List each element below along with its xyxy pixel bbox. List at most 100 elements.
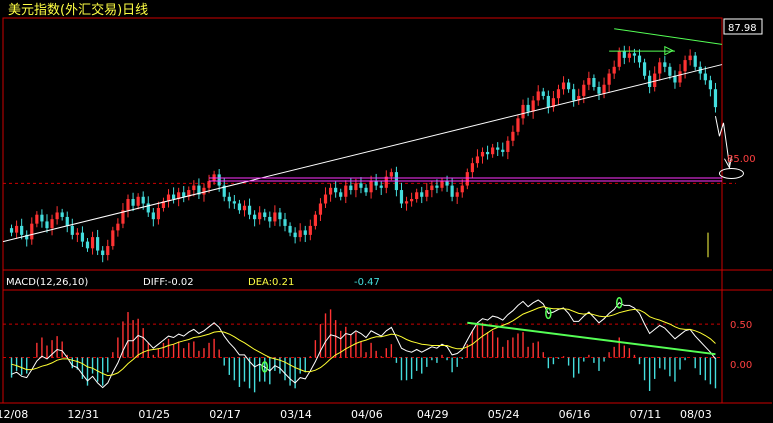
current-price-box: 87.98 [723, 18, 763, 35]
candle-body [273, 212, 277, 222]
candle-body [253, 214, 257, 220]
candle-body [126, 199, 130, 211]
candle-body [501, 149, 505, 152]
stock-chart: 12/08 12/31 01/25 02/17 03/14 04/06 04/29 05/24… [0, 2, 772, 421]
candle-body [268, 216, 272, 222]
candle-body [703, 73, 707, 81]
candle-body [642, 62, 647, 76]
candle-body [85, 241, 90, 249]
candle-body [587, 78, 591, 85]
candle-body [278, 212, 282, 220]
x-tick-label: 12/31 [67, 408, 99, 421]
candle-body [440, 181, 444, 188]
candle-body [293, 232, 297, 238]
candle-body [207, 181, 211, 188]
candle-body [572, 89, 576, 101]
candle-body [283, 219, 287, 226]
candle-body [131, 199, 135, 206]
candle-body [526, 104, 530, 112]
candle-body [258, 212, 262, 220]
candle-body [592, 78, 596, 87]
candle-body [688, 55, 692, 61]
candle-body [567, 82, 571, 90]
candle-body [632, 53, 637, 56]
candle-body [607, 73, 611, 85]
green-top-line [614, 28, 723, 45]
candle-body [627, 53, 631, 58]
candle-body [35, 214, 39, 224]
candle-body [435, 185, 439, 188]
candle-body [430, 185, 434, 191]
candle-body [323, 194, 328, 204]
candle-body [242, 205, 247, 211]
candle-body [14, 225, 19, 233]
diff-label: DIFF:-0.02 [143, 277, 194, 288]
candle-body [420, 192, 424, 197]
x-tick-label: 04/06 [351, 408, 383, 421]
candle-body [683, 60, 687, 72]
candle-body [80, 232, 85, 242]
candle-body [146, 203, 150, 213]
candle-body [617, 51, 621, 67]
candle-body [303, 230, 307, 235]
candle-body [556, 89, 561, 99]
candle-body [288, 225, 292, 233]
candle-body [182, 192, 186, 197]
candle-body [663, 62, 667, 67]
x-tick-label: 12/08 [0, 408, 28, 421]
candle-body [415, 192, 419, 200]
candles [9, 45, 718, 263]
trend-line [2, 64, 723, 243]
candle-body [637, 55, 642, 63]
candle-body [20, 225, 24, 235]
candle-body [658, 62, 662, 74]
x-tick-label: 07/11 [630, 408, 662, 421]
candle-body [30, 223, 34, 240]
candle-body [40, 214, 44, 222]
current-price-label: 87.98 [728, 23, 757, 34]
x-axis: 12/08 12/31 01/25 02/17 03/14 04/06 04/29 05/24… [0, 408, 712, 421]
candle-body [374, 181, 378, 186]
candle-body [298, 230, 302, 238]
candle-body [171, 194, 176, 200]
candle-body [648, 75, 652, 87]
candle-body [344, 185, 348, 197]
candle-body [536, 91, 540, 101]
candle-body [308, 225, 312, 235]
x-tick-label: 05/24 [488, 408, 520, 421]
candle-body [75, 232, 79, 235]
candle-body [546, 95, 550, 108]
candle-body [602, 84, 606, 94]
candle-body [116, 223, 120, 231]
x-tick-label: 08/03 [680, 408, 712, 421]
candle-body [678, 71, 682, 83]
candle-body [9, 228, 14, 233]
candle-body [60, 212, 64, 217]
macd-label: MACD(12,26,10) [6, 277, 88, 288]
candle-body [491, 147, 495, 155]
candle-body [334, 187, 338, 193]
candle-body [622, 51, 626, 58]
candle-body [192, 185, 196, 191]
x-tick-label: 01/25 [138, 408, 170, 421]
candle-body [475, 156, 480, 164]
candle-body [237, 203, 242, 211]
candle-body [612, 66, 616, 74]
candle-body [582, 84, 586, 96]
x-tick-label: 04/29 [417, 408, 449, 421]
candle-body [369, 181, 373, 193]
candle-body [217, 174, 221, 186]
candle-body [227, 196, 231, 202]
candle-body [136, 196, 140, 206]
macd-divergence-line [467, 321, 716, 356]
candle-body [511, 131, 515, 141]
candle-body [101, 250, 105, 256]
x-tick-label: 02/17 [209, 408, 241, 421]
candle-body [531, 100, 535, 112]
candle-body [516, 118, 520, 132]
candle-body [263, 212, 267, 217]
candle-body [653, 73, 657, 87]
candle-body [521, 104, 525, 119]
candle-body [328, 187, 333, 195]
dea-label: DEA:0.21 [248, 277, 294, 288]
